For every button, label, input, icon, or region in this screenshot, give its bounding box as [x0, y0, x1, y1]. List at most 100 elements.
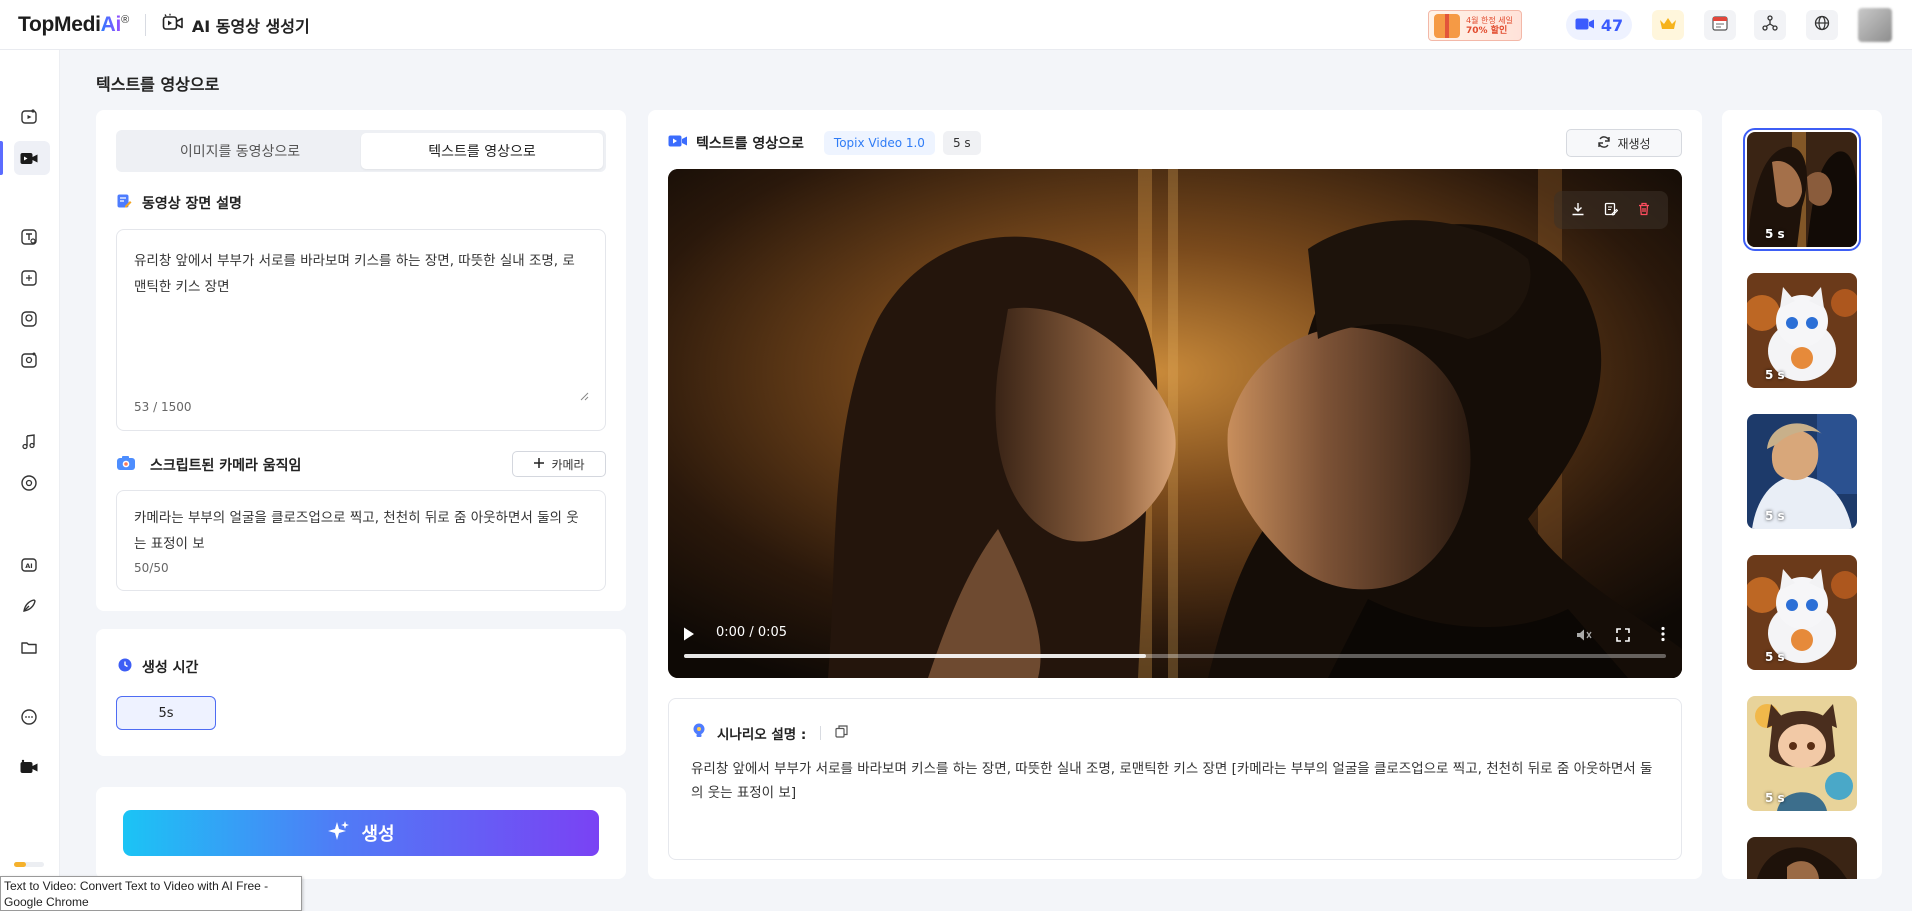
page-title: 텍스트를 영상으로 [96, 75, 220, 94]
promo-banner[interactable]: 4월 한정 세일 70% 할인 [1428, 10, 1522, 41]
history-thumbnail[interactable]: 5 s [1747, 696, 1857, 811]
duration-title: 생성 시간 [118, 657, 198, 677]
delete-icon[interactable] [1637, 201, 1651, 220]
preview-title: 텍스트를 영상으로 [696, 136, 804, 152]
thumbnail-image [1747, 696, 1857, 811]
camera-credit-icon [1575, 16, 1595, 35]
video-controls: 0:00 / 0:05 [668, 608, 1682, 678]
credits-badge[interactable]: 47 [1566, 10, 1632, 40]
scene-description-input[interactable]: 유리창 앞에서 부부가 서로를 바라보며 키스를 하는 장면, 따뜻한 실내 조… [116, 229, 606, 431]
camera-icon [116, 455, 136, 475]
duration-badge: 5 s [942, 131, 981, 155]
copy-icon[interactable] [835, 724, 848, 742]
scenario-title: 시나리오 설명 : [691, 722, 848, 744]
history-thumbnail[interactable]: 5 s [1747, 273, 1857, 388]
preview-header: 텍스트를 영상으로 Topix Video 1.0 5 s [668, 130, 981, 156]
globe-icon [1814, 15, 1830, 35]
crown-icon [1659, 16, 1677, 35]
lightbulb-icon [691, 722, 707, 744]
edit-document-icon [116, 193, 132, 213]
thumbnail-image [1747, 132, 1857, 247]
video-camera-icon [668, 134, 688, 152]
video-ai-icon [162, 13, 184, 37]
clock-icon [118, 658, 132, 676]
credits-count: 47 [1600, 15, 1624, 35]
thumbnail-image [1747, 273, 1857, 388]
thumbnail-image [1747, 837, 1857, 879]
rail-chat-icon[interactable] [18, 706, 40, 728]
camera-movement-input[interactable]: 카메라는 부부의 얼굴을 클로즈업으로 찍고, 천천히 뒤로 줌 아웃하면서 둘… [116, 490, 606, 591]
camera-movement-text[interactable]: 카메라는 부부의 얼굴을 클로즈업으로 찍고, 천천히 뒤로 줌 아웃하면서 둘… [134, 505, 587, 557]
camera-char-count: 50/50 [134, 561, 169, 575]
rail-ai-tools-icon[interactable]: AI [18, 554, 40, 576]
left-icon-rail: AI [0, 50, 60, 911]
svg-text:AI: AI [25, 562, 32, 570]
scene-description-title: 동영상 장면 설명 [116, 193, 242, 213]
history-thumbnail[interactable]: 5 s [1743, 128, 1861, 251]
rail-usage-progress [14, 862, 44, 867]
rail-recent-video-icon[interactable] [18, 756, 40, 778]
scene-char-count: 53 / 1500 [134, 400, 192, 414]
scenario-text: 유리창 앞에서 부부가 서로를 바라보며 키스를 하는 장면, 따뜻한 실내 조… [691, 761, 1653, 801]
header-divider [144, 13, 146, 36]
tooltip-line2: Google Chrome [4, 895, 89, 909]
plus-icon [533, 457, 545, 472]
video-frame-image [668, 169, 1682, 678]
play-icon[interactable] [682, 626, 696, 646]
refresh-icon [1597, 135, 1611, 152]
browser-tooltip: Text to Video: Convert Text to Video wit… [0, 876, 302, 911]
user-avatar[interactable] [1858, 8, 1892, 42]
history-thumbnail[interactable] [1747, 837, 1857, 879]
app-logo[interactable]: TopMediAi® [18, 13, 129, 37]
video-time: 0:00 / 0:05 [716, 625, 788, 640]
fullscreen-icon[interactable] [1616, 627, 1630, 646]
scenario-separator [820, 726, 822, 740]
rail-voice-icon[interactable] [18, 472, 40, 494]
calendar-icon [1712, 15, 1728, 35]
add-camera-button[interactable]: 카메라 [512, 451, 606, 477]
promo-line1: 4월 한정 세일 [1466, 15, 1513, 25]
video-player[interactable]: 0:00 / 0:05 [668, 169, 1682, 678]
rail-text-to-video-icon[interactable] [18, 147, 40, 169]
regenerate-button[interactable]: 재생성 [1566, 129, 1682, 157]
gift-icon [1434, 13, 1460, 38]
generate-button[interactable]: 생성 [123, 810, 599, 856]
tab-text-to-video[interactable]: 텍스트를 영상으로 [361, 133, 603, 169]
model-badge: Topix Video 1.0 [823, 131, 935, 155]
volume-icon[interactable] [1576, 627, 1592, 646]
promo-line2: 70% 할인 [1466, 25, 1508, 36]
rail-avatar-icon[interactable] [18, 349, 40, 371]
video-toolbar [1554, 191, 1668, 229]
history-thumbnail[interactable]: 5 s [1747, 555, 1857, 670]
tooltip-line1: Text to Video: Convert Text to Video wit… [4, 879, 269, 893]
download-icon[interactable] [1571, 201, 1585, 220]
video-progress-bar[interactable] [684, 654, 1666, 658]
thumbnail-image [1747, 414, 1857, 529]
rail-face-swap-icon[interactable] [18, 308, 40, 330]
rail-folder-icon[interactable] [18, 636, 40, 658]
scene-description-text[interactable]: 유리창 앞에서 부부가 서로를 바라보며 키스를 하는 장면, 따뜻한 실내 조… [134, 248, 587, 300]
duration-5s-option[interactable]: 5s [116, 696, 216, 730]
language-button[interactable] [1806, 10, 1838, 40]
mode-tabs: 이미지를 동영상으로 텍스트를 영상으로 [116, 130, 606, 172]
rail-photo-dance-icon[interactable] [18, 267, 40, 289]
rail-brush-icon[interactable] [18, 595, 40, 617]
calendar-button[interactable] [1704, 10, 1736, 40]
network-icon [1762, 15, 1778, 35]
tab-image-to-video[interactable]: 이미지를 동영상으로 [119, 133, 361, 169]
share-button[interactable] [1754, 10, 1786, 40]
camera-movement-title: 스크립트된 카메라 움직임 [116, 455, 301, 475]
history-thumbnail[interactable]: 5 s [1747, 414, 1857, 529]
rail-active-indicator [0, 141, 3, 175]
scenario-box: 시나리오 설명 : 유리창 앞에서 부부가 서로를 바라보며 키스를 하는 장면… [668, 698, 1682, 860]
app-title: AI 동영상 생성기 [162, 13, 310, 37]
duration-card [96, 629, 626, 756]
edit-icon[interactable] [1604, 201, 1619, 220]
rail-music-icon[interactable] [18, 431, 40, 453]
rail-image-to-video-icon[interactable] [18, 106, 40, 128]
more-options-icon[interactable] [1660, 626, 1666, 646]
resize-handle-icon[interactable] [579, 386, 589, 401]
rail-talking-photo-icon[interactable] [18, 226, 40, 248]
sparkle-icon [327, 819, 351, 848]
premium-button[interactable] [1652, 10, 1684, 40]
